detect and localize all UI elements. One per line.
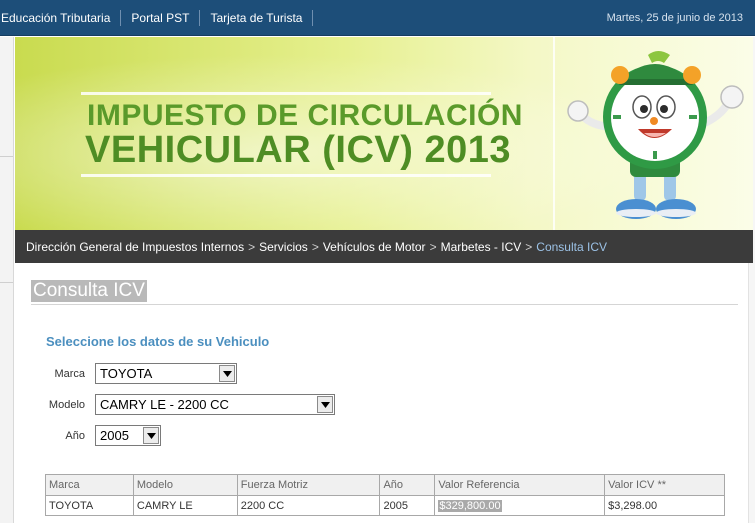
clock-mascot-icon xyxy=(567,51,744,219)
marca-select[interactable]: TOYOTA xyxy=(95,363,237,384)
cell-fuerza-motriz: 2200 CC xyxy=(236,495,381,516)
top-nav-link-educacion-tributaria[interactable]: Educación Tributaria xyxy=(0,10,122,26)
page-title-rule xyxy=(31,304,738,305)
breadcrumb-item-servicios[interactable]: Servicios xyxy=(259,240,308,254)
breadcrumb-separator: > xyxy=(311,239,319,254)
breadcrumb-separator: > xyxy=(248,239,256,254)
current-date: Martes, 25 de junio de 2013 xyxy=(606,12,743,24)
column-header-valor-icv: Valor ICV ** xyxy=(604,474,725,496)
breadcrumb: Dirección General de Impuestos Internos … xyxy=(15,230,753,263)
anio-select-value: 2005 xyxy=(100,428,129,443)
valor-referencia-highlight: $329,800.00 xyxy=(438,499,502,512)
top-nav-link-portal-pst[interactable]: Portal PST xyxy=(121,10,201,26)
left-strip-divider xyxy=(0,156,13,157)
form-heading: Seleccione los datos de su Vehiculo xyxy=(46,334,270,349)
table-row: TOYOTA CAMRY LE 2200 CC 2005 $329,800.00… xyxy=(45,495,725,516)
top-nav-link-tarjeta-de-turista[interactable]: Tarjeta de Turista xyxy=(200,10,314,26)
icv-banner: IMPUESTO DE CIRCULACIÓN VEHICULAR (ICV) … xyxy=(15,37,753,230)
banner-title-line2: VEHICULAR (ICV) 2013 xyxy=(85,129,511,171)
banner-title-line1: IMPUESTO DE CIRCULACIÓN xyxy=(87,99,523,132)
modelo-select-value: CAMRY LE - 2200 CC xyxy=(100,397,229,412)
breadcrumb-item-marbetes-icv[interactable]: Marbetes - ICV xyxy=(441,240,522,254)
breadcrumb-separator: > xyxy=(429,239,437,254)
left-strip-divider xyxy=(0,282,13,283)
top-nav-links: Educación Tributaria Portal PST Tarjeta … xyxy=(0,0,314,36)
cell-modelo: CAMRY LE xyxy=(132,495,238,516)
cell-valor-referencia: $329,800.00 xyxy=(434,495,606,516)
banner-divider xyxy=(553,37,555,230)
modelo-select[interactable]: CAMRY LE - 2200 CC xyxy=(95,394,335,415)
chevron-down-icon[interactable] xyxy=(317,396,333,413)
cell-marca: TOYOTA xyxy=(45,495,134,516)
cell-anio: 2005 xyxy=(379,495,436,516)
left-sidebar-strip xyxy=(0,37,14,523)
column-header-anio: Año xyxy=(379,474,436,496)
anio-label: Año xyxy=(65,430,85,442)
results-table: Marca Modelo Fuerza Motriz Año Valor Ref… xyxy=(45,474,725,516)
column-header-marca: Marca xyxy=(45,474,134,496)
banner-rule-bottom xyxy=(81,174,491,177)
breadcrumb-current: Consulta ICV xyxy=(536,239,607,254)
breadcrumb-item-dgii[interactable]: Dirección General de Impuestos Internos xyxy=(26,240,244,254)
marca-label: Marca xyxy=(54,368,85,380)
page-title: Consulta ICV xyxy=(31,280,147,302)
anio-select[interactable]: 2005 xyxy=(95,425,161,446)
column-header-valor-referencia: Valor Referencia xyxy=(434,474,606,496)
column-header-fuerza-motriz: Fuerza Motriz xyxy=(236,474,381,496)
breadcrumb-item-vehiculos-de-motor[interactable]: Vehículos de Motor xyxy=(323,240,426,254)
breadcrumb-separator: > xyxy=(525,239,533,254)
modelo-label: Modelo xyxy=(48,399,85,411)
banner-rule-top xyxy=(81,92,491,95)
chevron-down-icon[interactable] xyxy=(143,427,159,444)
table-header-row: Marca Modelo Fuerza Motriz Año Valor Ref… xyxy=(45,474,725,496)
cell-valor-icv: $3,298.00 xyxy=(604,495,725,516)
marca-select-value: TOYOTA xyxy=(100,366,153,381)
chevron-down-icon[interactable] xyxy=(219,365,235,382)
column-header-modelo: Modelo xyxy=(132,474,238,496)
top-nav-bar: Educación Tributaria Portal PST Tarjeta … xyxy=(0,0,755,36)
